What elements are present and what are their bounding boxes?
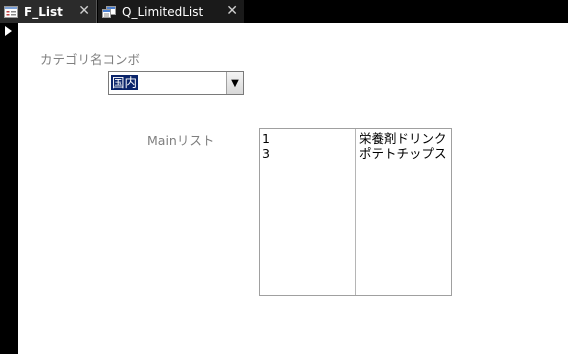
category-combo-label: カテゴリ名コンボ — [40, 52, 141, 67]
main-list-label: Mainリスト — [147, 133, 215, 148]
list-item[interactable]: 3 ポテトチップス — [260, 146, 451, 161]
tab-label: Q_LimitedList — [122, 4, 204, 19]
tab-q-limitedlist[interactable]: Q_LimitedList ✕ — [98, 0, 244, 23]
document-tab-bar: F_List ✕ Q_LimitedList ✕ — [0, 0, 568, 23]
list-item[interactable]: 1 栄養剤ドリンク — [260, 131, 451, 146]
main-list-box[interactable]: 1 栄養剤ドリンク 3 ポテトチップス — [259, 128, 452, 296]
tab-label: F_List — [24, 4, 63, 19]
current-record-arrow-icon — [5, 26, 12, 36]
query-icon — [102, 5, 116, 18]
list-item-name: 栄養剤ドリンク — [359, 131, 447, 146]
close-tab-icon[interactable]: ✕ — [78, 3, 90, 19]
form-icon — [4, 5, 18, 18]
tab-f-list[interactable]: F_List ✕ — [0, 0, 97, 23]
dropdown-arrow-icon[interactable]: ▼ — [226, 72, 243, 94]
category-combo-box[interactable]: 国内 ▼ — [108, 71, 244, 95]
list-item-id: 3 — [262, 146, 270, 161]
list-item-name: ポテトチップス — [359, 146, 447, 161]
category-combo-value[interactable]: 国内 — [111, 75, 139, 90]
close-tab-icon[interactable]: ✕ — [226, 3, 238, 19]
record-selector[interactable] — [0, 23, 18, 354]
list-item-id: 1 — [262, 131, 270, 146]
